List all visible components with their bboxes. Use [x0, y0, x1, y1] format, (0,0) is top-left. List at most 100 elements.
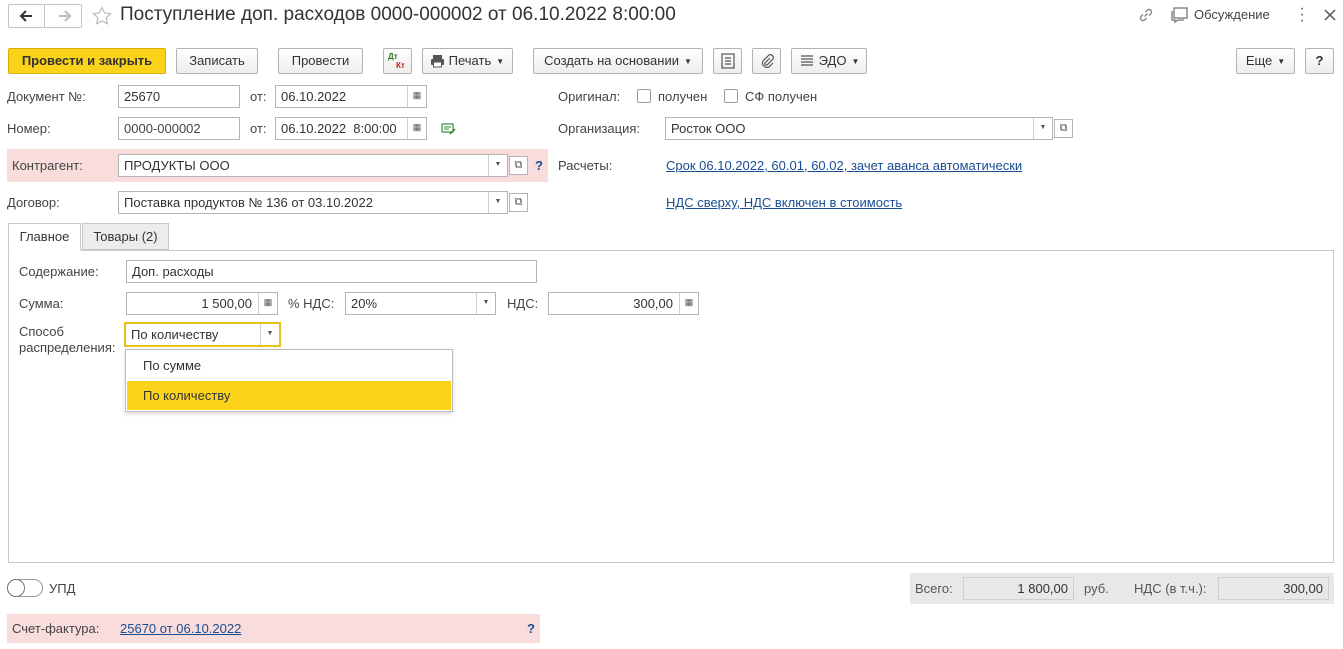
org-label: Организация: — [558, 121, 641, 136]
nav-buttons — [8, 4, 82, 28]
option-by-sum-label: По сумме — [143, 358, 202, 373]
distribution-dropdown: По сумме По количеству — [125, 349, 453, 412]
number-date-input[interactable]: 06.10.2022 8:00:00 ▦ — [275, 117, 427, 140]
org-input[interactable]: Росток ООО ▼ — [665, 117, 1053, 140]
arrow-right-icon — [59, 10, 72, 22]
print-button[interactable]: Печать ▼ — [422, 48, 513, 74]
invoice-help-icon[interactable]: ? — [527, 621, 535, 636]
discussion-icon[interactable] — [1171, 7, 1189, 23]
total-label: Всего: — [915, 581, 953, 596]
invoice-link[interactable]: 25670 от 06.10.2022 — [120, 621, 241, 636]
number-label: Номер: — [7, 121, 51, 136]
distribution-select[interactable]: По количеству ▼ — [124, 322, 281, 347]
doc-date-label: от: — [250, 89, 267, 104]
calendar-icon[interactable]: ▦ — [407, 118, 426, 139]
counterparty-value: ПРОДУКТЫ ООО — [124, 158, 230, 173]
discussion-button[interactable]: Обсуждение — [1194, 7, 1270, 22]
paperclip-icon — [761, 53, 774, 68]
arrow-left-icon — [19, 10, 32, 22]
kebab-menu-icon[interactable]: · · · — [1298, 1, 1306, 29]
edo-button[interactable]: ЭДО ▼ — [791, 48, 867, 74]
chevron-down-icon[interactable]: ▼ — [476, 293, 495, 314]
vat-label: НДС: — [507, 296, 539, 311]
link-icon[interactable] — [1137, 6, 1155, 24]
vat-mode-link[interactable]: НДС сверху, НДС включен в стоимость — [666, 195, 902, 210]
invoice-label: Счет-фактура: — [12, 621, 100, 636]
original-label: Оригинал: — [558, 89, 621, 104]
dt-kt-icon: Дт Кт — [387, 52, 409, 70]
close-icon[interactable] — [1324, 9, 1336, 21]
print-label: Печать — [448, 53, 492, 68]
doc-no-label: Документ №: — [7, 89, 86, 104]
sf-received-checkbox[interactable] — [724, 89, 738, 103]
structure-button[interactable] — [713, 48, 742, 74]
star-icon[interactable] — [92, 6, 112, 26]
vat-value: 300,00 — [633, 296, 673, 311]
received-checkbox[interactable] — [637, 89, 651, 103]
edit-number-icon[interactable] — [441, 122, 457, 136]
upd-toggle-knob — [7, 579, 25, 597]
chevron-down-icon: ▼ — [851, 56, 860, 66]
number-input[interactable]: 0000-000002 — [118, 117, 240, 140]
settlements-link[interactable]: Срок 06.10.2022, 60.01, 60.02, зачет ава… — [666, 158, 1022, 173]
counterparty-input[interactable]: ПРОДУКТЫ ООО ▼ — [118, 154, 508, 177]
sum-input[interactable]: 1 500,00 ▦ — [126, 292, 278, 315]
calculator-icon[interactable]: ▦ — [258, 293, 277, 314]
edo-label: ЭДО — [818, 53, 847, 68]
open-org-icon[interactable]: ⧉ — [1054, 119, 1073, 138]
more-button[interactable]: Еще ▼ — [1236, 48, 1295, 74]
doc-date-input[interactable]: 06.10.2022 ▦ — [275, 85, 427, 108]
tab-main[interactable]: Главное — [8, 223, 81, 251]
calendar-icon[interactable]: ▦ — [407, 86, 426, 107]
open-counterparty-icon[interactable]: ⧉ — [509, 156, 528, 175]
forward-button[interactable] — [46, 5, 82, 27]
org-value: Росток ООО — [671, 121, 746, 136]
back-button[interactable] — [9, 5, 45, 27]
create-based-button[interactable]: Создать на основании ▼ — [533, 48, 703, 74]
help-button[interactable]: ? — [1305, 48, 1334, 74]
chevron-down-icon[interactable]: ▼ — [1033, 118, 1052, 139]
save-button[interactable]: Записать — [176, 48, 258, 74]
sum-label: Сумма: — [19, 296, 64, 311]
vat-rate-select[interactable]: 20% ▼ — [345, 292, 496, 315]
content-label: Содержание: — [19, 264, 99, 279]
chevron-down-icon: ▼ — [496, 56, 505, 66]
tab-main-label: Главное — [19, 229, 70, 244]
doc-date-value: 06.10.2022 — [281, 89, 347, 104]
sum-value: 1 500,00 — [201, 296, 252, 311]
distribution-label-line1: Способ — [19, 324, 64, 339]
contract-input[interactable]: Поставка продуктов № 136 от 03.10.2022 ▼ — [118, 191, 508, 214]
post-and-close-button[interactable]: Провести и закрыть — [8, 48, 166, 74]
content-input[interactable]: Доп. расходы — [126, 260, 537, 283]
attach-button[interactable] — [752, 48, 781, 74]
vat-incl-value: 300,00 — [1218, 577, 1329, 600]
vat-rate-label: % НДС: — [288, 296, 335, 311]
currency-label: руб. — [1084, 581, 1109, 596]
counterparty-label: Контрагент: — [12, 158, 83, 173]
option-by-quantity[interactable]: По количеству — [127, 381, 451, 410]
calculator-icon[interactable]: ▦ — [679, 293, 698, 314]
contract-label: Договор: — [7, 195, 60, 210]
doc-no-input[interactable]: 25670 — [118, 85, 240, 108]
chevron-down-icon: ▼ — [1277, 56, 1286, 66]
received-label: получен — [658, 89, 708, 104]
kt-label: Кт — [396, 61, 405, 70]
option-by-quantity-label: По количеству — [143, 388, 231, 403]
upd-toggle[interactable] — [7, 579, 43, 597]
vat-rate-value: 20% — [351, 296, 378, 311]
dt-kt-button[interactable]: Дт Кт — [383, 48, 412, 74]
option-by-sum[interactable]: По сумме — [127, 351, 451, 380]
number-date-value: 06.10.2022 8:00:00 — [281, 121, 397, 136]
chevron-down-icon[interactable]: ▼ — [260, 324, 279, 345]
tab-goods[interactable]: Товары (2) — [82, 223, 169, 250]
chevron-down-icon[interactable]: ▼ — [488, 155, 507, 176]
chevron-down-icon[interactable]: ▼ — [488, 192, 507, 213]
vat-input[interactable]: 300,00 ▦ — [548, 292, 699, 315]
upd-label: УПД — [49, 581, 76, 596]
distribution-value: По количеству — [131, 327, 219, 342]
dt-label: Дт — [388, 52, 398, 61]
post-button[interactable]: Провести — [278, 48, 363, 74]
counterparty-help-icon[interactable]: ? — [535, 158, 543, 173]
open-contract-icon[interactable]: ⧉ — [509, 193, 528, 212]
tab-goods-label: Товары (2) — [93, 229, 158, 244]
